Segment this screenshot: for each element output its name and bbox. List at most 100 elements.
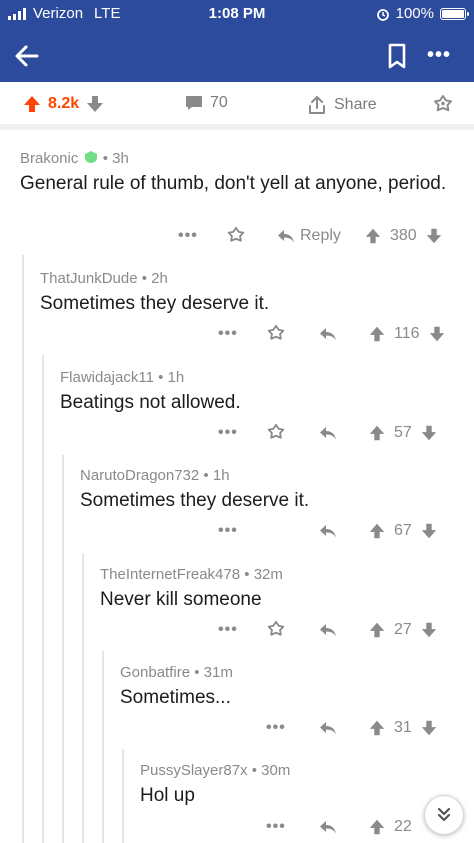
- reply-button[interactable]: [318, 321, 338, 347]
- reply-icon: [320, 525, 336, 538]
- comment-score: 31: [394, 719, 412, 736]
- arrow-down-icon[interactable]: [420, 621, 438, 639]
- comment-author[interactable]: Brakonic: [20, 150, 78, 167]
- arrow-down-icon[interactable]: [420, 522, 438, 540]
- award-button[interactable]: [266, 321, 286, 347]
- comment-author[interactable]: Gonbatfire: [120, 664, 190, 681]
- arrow-left-icon[interactable]: [12, 41, 42, 71]
- award-icon: [434, 95, 452, 112]
- top-navbar: •••: [0, 30, 474, 82]
- comment-meta: Flawidajack11 • 1h: [60, 369, 460, 386]
- reply-icon: [320, 624, 336, 637]
- arrow-down-icon[interactable]: [425, 227, 443, 245]
- more-horizontal-icon[interactable]: •••: [218, 617, 238, 643]
- battery-percent: 100%: [395, 5, 434, 22]
- award-icon: [267, 324, 285, 340]
- post-action-bar: 8.2k 70 Share: [0, 82, 474, 130]
- share-label: Share: [334, 96, 377, 113]
- comment-meta: ThatJunkDude • 2h: [40, 270, 460, 287]
- comment-actions: ••• 116: [0, 321, 474, 347]
- meta-separator: •: [251, 762, 257, 779]
- reply-button[interactable]: [318, 518, 338, 544]
- arrow-down-icon[interactable]: [85, 94, 105, 114]
- comment-author[interactable]: PussySlayer87x: [140, 762, 248, 779]
- vote-group: 380: [364, 223, 443, 249]
- reply-button[interactable]: [318, 715, 338, 741]
- meta-separator: •: [158, 369, 164, 386]
- comment-actions: ••• Reply 380: [0, 223, 474, 249]
- reply-icon: [320, 722, 336, 735]
- meta-separator: •: [244, 566, 250, 583]
- more-horizontal-icon[interactable]: •••: [218, 321, 238, 347]
- comment-body: Sometimes...: [120, 687, 231, 708]
- comment-actions: ••• 57: [0, 420, 474, 446]
- comment-score: 57: [394, 424, 412, 441]
- post-vote-group: 8.2k: [22, 94, 105, 114]
- reply-icon: [320, 328, 336, 341]
- more-horizontal-icon[interactable]: •••: [266, 715, 286, 741]
- arrow-down-icon[interactable]: [420, 424, 438, 442]
- thread-line[interactable]: [82, 553, 84, 843]
- arrow-up-icon[interactable]: [368, 719, 386, 737]
- comment-body: General rule of thumb, don't yell at any…: [20, 173, 447, 194]
- arrow-up-icon[interactable]: [368, 325, 386, 343]
- reply-label: Reply: [300, 227, 341, 244]
- comment-body: Beatings not allowed.: [60, 392, 241, 413]
- vote-group: 67: [368, 518, 438, 544]
- more-horizontal-icon[interactable]: •••: [218, 420, 238, 446]
- share-button[interactable]: Share: [306, 94, 377, 116]
- arrow-up-icon[interactable]: [22, 94, 42, 114]
- award-button[interactable]: [226, 223, 246, 249]
- post-comments-button[interactable]: 70: [184, 94, 228, 112]
- comment-actions: ••• 27: [0, 617, 474, 643]
- comment-score: 22: [394, 818, 412, 835]
- more-horizontal-icon[interactable]: •••: [266, 814, 286, 840]
- award-button[interactable]: [432, 94, 454, 116]
- comment: Gonbatfire • 31m Sometimes...: [120, 664, 460, 710]
- bookmark-icon[interactable]: [384, 42, 410, 70]
- comment-meta: Gonbatfire • 31m: [120, 664, 460, 681]
- more-horizontal-icon[interactable]: •••: [424, 44, 454, 68]
- reply-button[interactable]: [318, 420, 338, 446]
- reply-button[interactable]: Reply: [276, 223, 341, 249]
- award-button[interactable]: [266, 420, 286, 446]
- comment-score: 67: [394, 522, 412, 539]
- comment-meta: NarutoDragon732 • 1h: [80, 467, 460, 484]
- arrow-down-icon[interactable]: [428, 325, 446, 343]
- status-right: 100%: [376, 5, 469, 22]
- comment-author[interactable]: NarutoDragon732: [80, 467, 199, 484]
- double-chevron-down-icon: [437, 807, 451, 822]
- thread-line[interactable]: [62, 455, 64, 843]
- comment: Flawidajack11 • 1h Beatings not allowed.: [60, 369, 460, 415]
- arrow-up-icon[interactable]: [368, 424, 386, 442]
- arrow-up-icon[interactable]: [368, 621, 386, 639]
- moderator-shield-icon: [84, 151, 97, 163]
- award-button[interactable]: [266, 617, 286, 643]
- vote-group: 57: [368, 420, 438, 446]
- comment-body: Sometimes they deserve it.: [40, 293, 270, 314]
- comment-time: 2h: [151, 270, 168, 287]
- reply-button[interactable]: [318, 814, 338, 840]
- comment-score: 27: [394, 621, 412, 638]
- arrow-up-icon[interactable]: [364, 227, 382, 245]
- arrow-up-icon[interactable]: [368, 522, 386, 540]
- arrow-up-icon[interactable]: [368, 818, 386, 836]
- comment-actions: ••• 22: [0, 814, 474, 840]
- comment-author[interactable]: ThatJunkDude: [40, 270, 138, 287]
- status-bar: Verizon LTE 1:08 PM 100%: [0, 0, 474, 30]
- comment-meta: Brakonic • 3h: [20, 150, 460, 167]
- comment-count: 70: [210, 94, 228, 111]
- reply-button[interactable]: [318, 617, 338, 643]
- comment: TheInternetFreak478 • 32m Never kill som…: [100, 566, 460, 612]
- comment-author[interactable]: TheInternetFreak478: [100, 566, 240, 583]
- arrow-down-icon[interactable]: [420, 719, 438, 737]
- meta-separator: •: [141, 270, 147, 287]
- meta-separator: •: [194, 664, 200, 681]
- comment-actions: ••• 31: [0, 715, 474, 741]
- comment-author[interactable]: Flawidajack11: [60, 369, 154, 386]
- more-horizontal-icon[interactable]: •••: [178, 223, 198, 249]
- comment-time: 30m: [261, 762, 291, 779]
- comment: NarutoDragon732 • 1h Sometimes they dese…: [80, 467, 460, 513]
- jump-next-button[interactable]: [424, 795, 464, 835]
- more-horizontal-icon[interactable]: •••: [218, 518, 238, 544]
